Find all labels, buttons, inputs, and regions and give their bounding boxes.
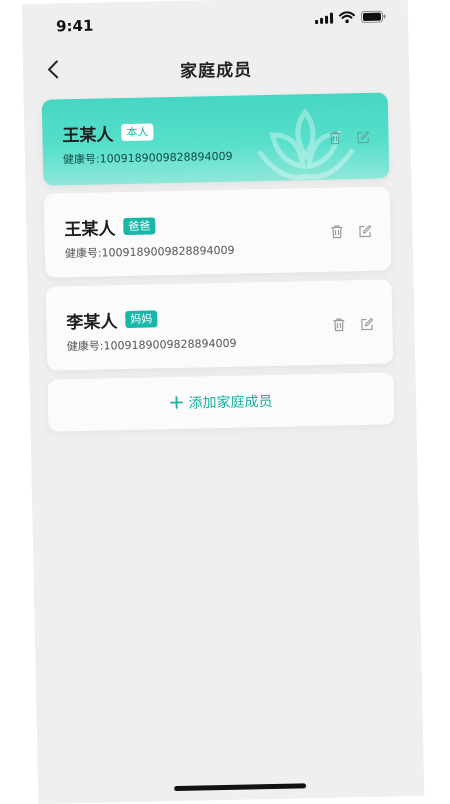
status-time: 9:41 bbox=[55, 16, 94, 36]
wifi-icon bbox=[338, 11, 355, 24]
health-number-label: 健康号: bbox=[62, 152, 100, 167]
edit-icon bbox=[358, 224, 371, 237]
relation-badge: 本人 bbox=[121, 123, 154, 142]
edit-icon bbox=[360, 317, 373, 330]
plus-icon bbox=[169, 393, 183, 412]
health-number-label: 健康号: bbox=[64, 246, 102, 261]
member-name-row: 王某人 本人 bbox=[62, 119, 154, 146]
trash-icon bbox=[328, 131, 340, 145]
health-number-value: 1009189009828894009 bbox=[101, 243, 235, 260]
trash-icon bbox=[332, 318, 344, 332]
status-icons bbox=[315, 10, 386, 24]
delete-button[interactable] bbox=[326, 129, 342, 145]
phone-screen: 9:41 家庭成员 王某人 本人 健康号:1009189009828894009… bbox=[21, 0, 425, 804]
relation-badge: 妈妈 bbox=[125, 310, 158, 329]
add-member-label: 添加家庭成员 bbox=[188, 393, 273, 412]
card-actions bbox=[328, 223, 372, 240]
relation-badge: 爸爸 bbox=[123, 217, 156, 236]
health-number-value: 1009189009828894009 bbox=[99, 149, 233, 166]
home-indicator[interactable] bbox=[174, 783, 307, 792]
nav-bar: 家庭成员 bbox=[23, 44, 410, 92]
member-card-self[interactable]: 王某人 本人 健康号:1009189009828894009 bbox=[41, 92, 390, 186]
member-name-row: 李某人 妈妈 bbox=[66, 306, 158, 333]
battery-icon bbox=[360, 10, 386, 24]
add-member-button[interactable]: 添加家庭成员 bbox=[47, 372, 395, 432]
edit-button[interactable] bbox=[356, 223, 372, 239]
delete-button[interactable] bbox=[330, 316, 346, 332]
health-number: 健康号:1009189009828894009 bbox=[65, 242, 235, 262]
card-actions bbox=[330, 316, 374, 333]
edit-button[interactable] bbox=[358, 316, 374, 332]
member-name: 李某人 bbox=[66, 312, 118, 334]
page-title: 家庭成员 bbox=[179, 60, 253, 82]
status-bar: 9:41 bbox=[22, 0, 409, 48]
member-name: 王某人 bbox=[62, 125, 114, 147]
health-number-value: 1009189009828894009 bbox=[103, 336, 237, 353]
member-card-mother[interactable]: 李某人 妈妈 健康号:1009189009828894009 bbox=[45, 279, 394, 371]
health-number: 健康号:1009189009828894009 bbox=[67, 335, 237, 355]
member-name-row: 王某人 爸爸 bbox=[64, 213, 156, 240]
member-name: 王某人 bbox=[64, 219, 116, 241]
signal-icon bbox=[315, 12, 334, 24]
edit-button[interactable] bbox=[354, 129, 370, 145]
edit-icon bbox=[356, 130, 369, 143]
trash-icon bbox=[330, 225, 342, 239]
health-number: 健康号:1009189009828894009 bbox=[63, 148, 233, 168]
health-number-label: 健康号: bbox=[66, 339, 104, 354]
member-card-father[interactable]: 王某人 爸爸 健康号:1009189009828894009 bbox=[43, 186, 392, 278]
delete-button[interactable] bbox=[328, 223, 344, 239]
card-actions bbox=[326, 129, 370, 146]
